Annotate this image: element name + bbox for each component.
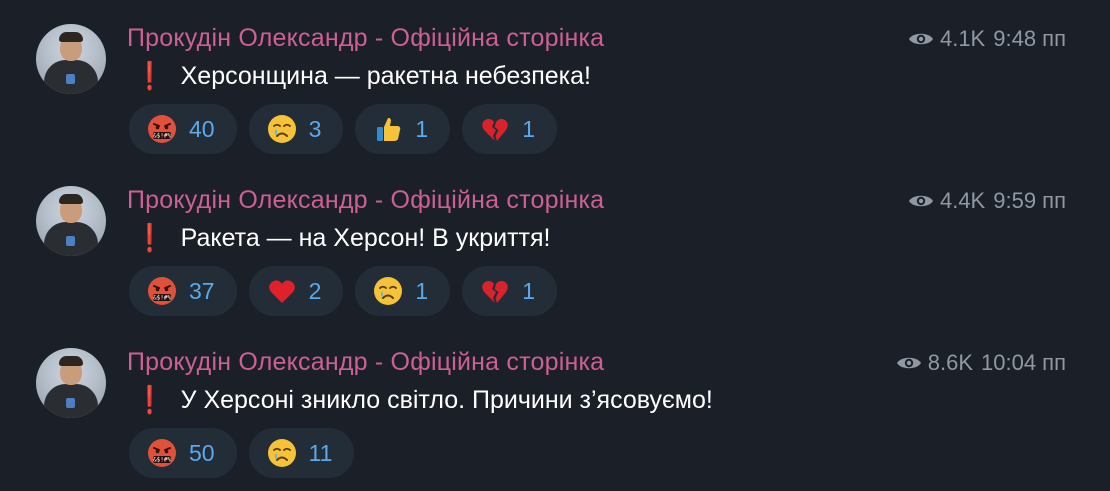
avatar-hair (59, 194, 83, 204)
message-feed: Прокудін Олександр - Офіційна сторінка 4… (0, 0, 1110, 491)
avatar-hair (59, 356, 83, 366)
eye-icon (896, 357, 921, 369)
exclamation-icon: ❗ (137, 223, 163, 253)
crying-face-icon (267, 439, 296, 467)
red-heart-icon (268, 280, 295, 303)
avatar[interactable] (36, 348, 106, 418)
message[interactable]: Прокудін Олександр - Офіційна сторінка 4… (0, 0, 1110, 162)
reaction-crying-face[interactable]: 3 (248, 104, 344, 154)
reaction-count: 1 (522, 115, 535, 142)
reactions-bar: &$!#% 37 2 1 1 (129, 266, 557, 316)
reaction-count: 2 (308, 277, 322, 304)
message-time: 9:48 пп (993, 26, 1066, 51)
message-text: ❗ У Херсоні зникло світло. Причини з’ясо… (133, 384, 713, 416)
thumbs-up-icon (377, 117, 401, 141)
author-name[interactable]: Прокудін Олександр - Офіційна сторінка (127, 348, 604, 377)
crying-face-icon (374, 277, 403, 305)
avatar-patch (66, 74, 75, 84)
reaction-broken-heart[interactable]: 1 (462, 104, 557, 154)
reaction-count: 50 (189, 439, 215, 466)
message-time: 9:59 пп (993, 188, 1066, 213)
broken-heart-icon (482, 118, 508, 141)
reaction-cursing-face[interactable]: &$!#% 40 (129, 104, 237, 154)
cursing-face-icon: &$!#% (148, 115, 176, 143)
reaction-thumbs-up[interactable]: 1 (355, 104, 451, 154)
reaction-count: 1 (522, 277, 535, 304)
svg-text:&$!#%: &$!#% (153, 133, 171, 140)
message-meta: 4.1K 9:48 пп (908, 26, 1066, 52)
message-text: ❗ Ракета — на Херсон! В укриття! (133, 222, 550, 254)
svg-text:&$!#%: &$!#% (153, 295, 171, 302)
reactions-bar: &$!#% 50 11 (129, 428, 355, 478)
exclamation-icon: ❗ (137, 385, 163, 415)
reaction-crying-face[interactable]: 11 (248, 428, 355, 478)
reaction-cursing-face[interactable]: &$!#% 50 (129, 428, 237, 478)
message-meta: 4.4K 9:59 пп (908, 188, 1066, 214)
avatar-patch (66, 236, 75, 246)
avatar[interactable] (36, 24, 106, 94)
message-text-content: Херсонщина — ракетна небезпека! (180, 61, 592, 90)
eye-icon (908, 33, 933, 45)
message-meta: 8.6K 10:04 пп (896, 350, 1066, 376)
reaction-cursing-face[interactable]: &$!#% 37 (129, 266, 237, 316)
view-count: 8.6K (927, 350, 973, 375)
cursing-face-icon: &$!#% (148, 439, 176, 467)
author-name[interactable]: Прокудін Олександр - Офіційна сторінка (127, 186, 604, 215)
reaction-count: 11 (308, 439, 333, 466)
avatar-hair (59, 32, 83, 42)
reaction-count: 1 (415, 277, 429, 304)
avatar-patch (66, 398, 75, 408)
reaction-count: 3 (308, 115, 322, 142)
view-count: 4.1K (939, 26, 986, 51)
eye-icon (908, 195, 933, 207)
author-name[interactable]: Прокудін Олександр - Офіційна сторінка (127, 24, 604, 53)
view-count: 4.4K (939, 188, 986, 213)
reaction-count: 1 (415, 115, 429, 142)
svg-text:&$!#%: &$!#% (153, 457, 171, 464)
message[interactable]: Прокудін Олександр - Офіційна сторінка 4… (0, 162, 1110, 324)
reaction-count: 40 (189, 115, 215, 142)
crying-face-icon (267, 115, 296, 143)
avatar[interactable] (36, 186, 106, 256)
reaction-crying-face[interactable]: 1 (355, 266, 451, 316)
reaction-broken-heart[interactable]: 1 (462, 266, 557, 316)
message-text-content: У Херсоні зникло світло. Причини з’ясову… (180, 385, 713, 414)
message-text: ❗ Херсонщина — ракетна небезпека! (133, 60, 591, 92)
message[interactable]: Прокудін Олександр - Офіційна сторінка 8… (0, 324, 1110, 486)
reaction-count: 37 (189, 277, 215, 304)
cursing-face-icon: &$!#% (148, 277, 176, 305)
exclamation-icon: ❗ (137, 61, 163, 91)
message-text-content: Ракета — на Херсон! В укриття! (180, 223, 551, 252)
message-time: 10:04 пп (981, 350, 1066, 375)
broken-heart-icon (482, 280, 508, 303)
reaction-red-heart[interactable]: 2 (248, 266, 344, 316)
reactions-bar: &$!#% 40 3 1 1 (129, 104, 557, 154)
